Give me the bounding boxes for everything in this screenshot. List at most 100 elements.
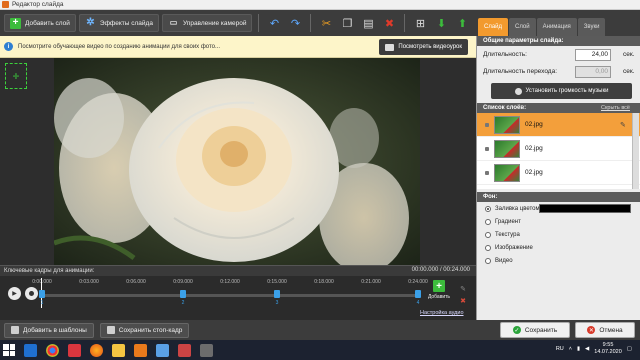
tab-slide[interactable]: Слайд [478, 18, 509, 36]
add-layer-button[interactable]: + Добавить слой [4, 14, 76, 32]
transition-input[interactable]: 0,00 [575, 65, 611, 78]
save-frame-button[interactable]: Сохранить стоп-кадр [99, 322, 190, 338]
radio-button[interactable] [485, 257, 491, 264]
bg-option-texture[interactable]: Текстура [477, 228, 640, 241]
layer-item[interactable]: 02.jpg [477, 137, 640, 161]
watch-tutorial-label: Посмотреть видеоурок [398, 44, 462, 50]
bg-option-label: Текстура [495, 231, 520, 238]
layer-list-scrollbar[interactable] [632, 113, 639, 189]
keyframe-marker[interactable] [180, 290, 186, 298]
layer-name: 02.jpg [525, 121, 543, 128]
watch-tutorial-button[interactable]: Посмотреть видеоурок [379, 39, 468, 55]
transition-label: Длительность перехода: [483, 68, 558, 75]
radio-button[interactable] [485, 244, 491, 251]
camera-icon: ▭ [169, 18, 178, 27]
bg-option-fill[interactable]: Заливка цветом [477, 202, 640, 215]
pencil-icon[interactable]: ✎ [620, 121, 628, 129]
layer-item[interactable]: 02.jpg [477, 161, 640, 185]
chrome-icon[interactable] [46, 343, 59, 357]
main-toolbar: + Добавить слой ✲ Эффекты слайда ▭ Управ… [0, 10, 476, 36]
system-tray: RU ˄ ▮ ◀ 9:55 14.07.2020 ▢ [556, 342, 632, 356]
tick-label: 0:06.000 [126, 279, 146, 285]
tab-animation[interactable]: Анимация [536, 18, 577, 36]
ie-icon[interactable] [24, 343, 37, 357]
transition-row: Длительность перехода: 0,00 сек. [477, 63, 640, 80]
tab-sounds[interactable]: Звуки [577, 18, 606, 36]
radio-button[interactable] [485, 205, 491, 212]
clock-time: 9:55 [602, 342, 614, 348]
rose-photo[interactable] [54, 58, 420, 265]
layer-list: 02.jpg ✎ 02.jpg 02.jpg [477, 113, 640, 189]
bg-option-image[interactable]: Изображение [477, 241, 640, 254]
keyframe-timeline: ▶ 0:00.000 0:03.000 0:06.000 0:09.000 0:12.0… [0, 276, 476, 320]
properties-panel: Общие параметры слайда: Длительность: 24… [476, 36, 640, 320]
opera-icon[interactable] [68, 343, 81, 357]
layer-item[interactable]: 02.jpg ✎ [477, 113, 640, 137]
anchor-marker-icon[interactable]: ✛ [5, 63, 27, 89]
move-down-icon[interactable]: ⬇ [432, 14, 450, 32]
move-up-icon[interactable]: ⬆ [453, 14, 471, 32]
background-header: Фон: [477, 192, 640, 202]
delete-icon[interactable]: ✖ [380, 14, 398, 32]
add-to-templates-label: Добавить в шаблоны [23, 326, 87, 334]
keyframe-delete-icon[interactable]: ✖ [458, 296, 468, 306]
drag-handle-icon[interactable] [485, 146, 489, 151]
general-header: Общие параметры слайда: [477, 36, 640, 46]
app-icon[interactable] [200, 343, 213, 357]
photoshow-icon[interactable] [134, 343, 147, 357]
keyframe-track[interactable] [40, 294, 420, 297]
add-layer-label: Добавить слой [25, 19, 70, 27]
cancel-button[interactable]: ✕ Отмена [575, 322, 635, 338]
paste-icon[interactable]: ▤ [359, 14, 377, 32]
drag-handle-icon[interactable] [485, 122, 489, 127]
windows-start-icon[interactable] [3, 344, 15, 356]
save-button[interactable]: ✓ Сохранить [500, 322, 570, 338]
slide-effects-button[interactable]: ✲ Эффекты слайда [78, 14, 159, 32]
audio-settings-link[interactable]: Настройка аудио [420, 310, 464, 316]
keyframes-header: Ключевые кадры для анимации: 00:00.000 /… [0, 265, 476, 276]
camera-control-button[interactable]: ▭ Управление камерой [161, 14, 253, 32]
stop-button[interactable] [25, 287, 38, 300]
add-keyframe-button[interactable]: + Добавить [425, 280, 453, 306]
duration-input[interactable]: 24,00 [575, 48, 611, 61]
keyframe-edit-icon[interactable]: ✎ [458, 284, 468, 294]
tick-label: 0:15.000 [267, 279, 287, 285]
network-icon[interactable]: ▮ [577, 346, 580, 352]
tick-label: 0:03.000 [79, 279, 99, 285]
radio-button[interactable] [485, 231, 491, 238]
folder-icon[interactable] [112, 343, 125, 357]
add-to-templates-button[interactable]: Добавить в шаблоны [4, 322, 94, 338]
tick-label: 0:09.000 [173, 279, 193, 285]
fill-color-picker[interactable] [539, 204, 631, 213]
volume-icon[interactable]: ◀ [585, 346, 589, 352]
chevron-up-icon[interactable]: ˄ [569, 346, 572, 352]
bottom-action-bar: Добавить в шаблоны Сохранить стоп-кадр ✓… [0, 320, 640, 340]
save-frame-label: Сохранить стоп-кадр [118, 326, 183, 334]
redo-icon[interactable]: ↷ [286, 14, 304, 32]
video-camera-icon [385, 43, 395, 51]
undo-icon[interactable]: ↶ [265, 14, 283, 32]
drag-handle-icon[interactable] [485, 170, 489, 175]
keyframe-marker[interactable] [39, 290, 45, 298]
language-indicator[interactable]: RU [556, 346, 564, 352]
radio-button[interactable] [485, 218, 491, 225]
music-volume-button[interactable]: Установить громкость музыки [491, 83, 632, 99]
copy-icon[interactable]: ❐ [338, 14, 356, 32]
screen-icon[interactable] [156, 343, 169, 357]
cut-icon[interactable]: ✂ [317, 14, 335, 32]
notifications-icon[interactable]: ▢ [627, 346, 632, 352]
bg-option-gradient[interactable]: Градиент [477, 215, 640, 228]
keyframe-marker[interactable] [274, 290, 280, 298]
firefox-icon[interactable] [90, 343, 103, 357]
media-icon[interactable] [178, 343, 191, 357]
clock[interactable]: 9:55 14.07.2020 [594, 342, 622, 356]
layer-thumbnail [494, 115, 520, 134]
hide-all-link[interactable]: Скрыть всё [601, 105, 630, 111]
align-icon[interactable]: ⊞ [411, 14, 429, 32]
tab-layer[interactable]: Слой [509, 18, 536, 36]
duration-row: Длительность: 24,00 сек. [477, 46, 640, 63]
bg-option-video[interactable]: Видео [477, 254, 640, 267]
keyframe-marker[interactable] [415, 290, 421, 298]
play-button[interactable]: ▶ [8, 287, 21, 300]
slides-title: Список слоёв: [483, 105, 527, 111]
